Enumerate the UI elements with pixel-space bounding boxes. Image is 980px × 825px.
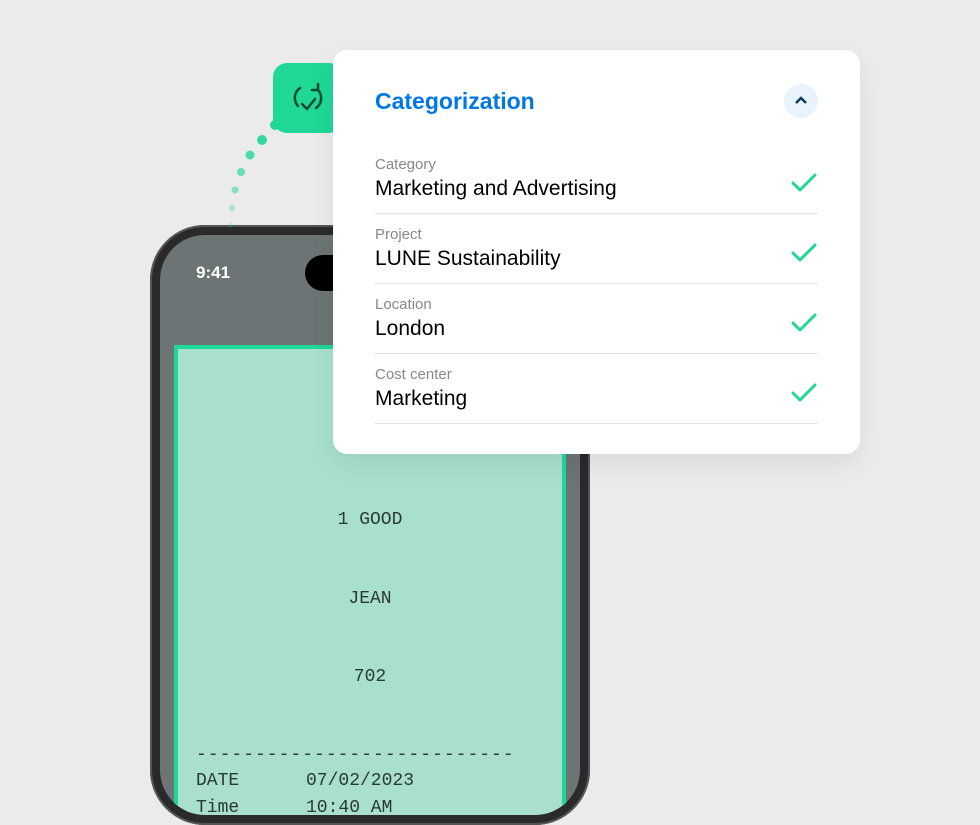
card-title: Categorization [375,88,535,115]
receipt-row: Time 10:40 AM [196,795,544,816]
field-label: Category [375,156,778,173]
status-time: 9:41 [196,263,230,283]
field-label: Cost center [375,366,778,383]
receipt-label: DATE [196,768,306,794]
receipt-row: DATE 07/02/2023 [196,768,544,794]
field-value: Marketing and Advertising [375,177,778,201]
check-icon [790,172,818,197]
field-value: Marketing [375,387,778,411]
check-icon [790,312,818,337]
field-value: London [375,317,778,341]
collapse-button[interactable] [784,84,818,118]
field-project[interactable]: Project LUNE Sustainability [375,214,818,284]
receipt-value: 10:40 AM [306,795,392,816]
check-icon [790,382,818,407]
card-header: Categorization [375,84,818,118]
chevron-up-icon [794,96,808,106]
categorization-card: Categorization Category Marketing and Ad… [333,50,860,454]
receipt-divider: --------------------------- [196,742,544,768]
field-cost-center[interactable]: Cost center Marketing [375,354,818,424]
receipt-label: Time [196,795,306,816]
field-value: LUNE Sustainability [375,247,778,271]
field-label: Location [375,296,778,313]
check-icon [790,242,818,267]
receipt-header-line: 1 GOOD [196,507,544,533]
field-label: Project [375,226,778,243]
receipt-value: 07/02/2023 [306,768,414,794]
receipt-header-line: JEAN [196,586,544,612]
field-category[interactable]: Category Marketing and Advertising [375,144,818,214]
receipt-header-line: 702 [196,664,544,690]
field-location[interactable]: Location London [375,284,818,354]
